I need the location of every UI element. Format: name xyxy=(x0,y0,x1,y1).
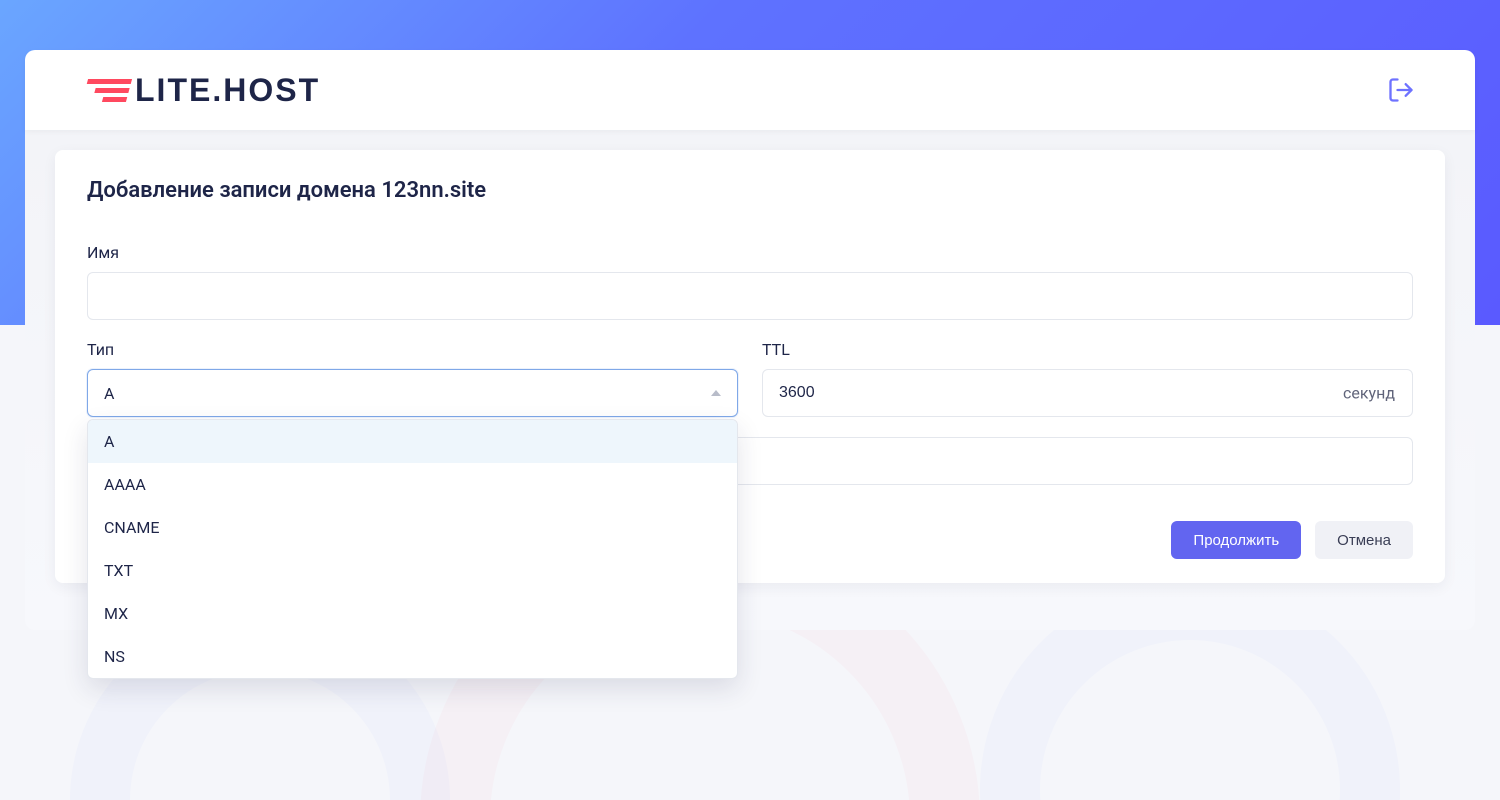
page-title: Добавление записи домена 123nn.site xyxy=(87,178,1413,203)
app-header: LITE.HOST xyxy=(25,50,1475,130)
type-option-txt[interactable]: TXT xyxy=(88,549,737,592)
continue-button[interactable]: Продолжить xyxy=(1171,521,1301,559)
brand-logo[interactable]: LITE.HOST xyxy=(85,72,320,109)
ttl-label: TTL xyxy=(762,340,1413,359)
type-label: Тип xyxy=(87,340,738,359)
type-dropdown: A AAAA CNAME TXT MX NS xyxy=(87,419,738,679)
ttl-field: TTL секунд xyxy=(762,340,1413,417)
type-field: Тип A A AAAA CNAME TXT MX NS xyxy=(87,340,738,417)
type-selected-value: A xyxy=(104,384,114,403)
chevron-up-icon xyxy=(711,390,721,396)
name-input[interactable] xyxy=(87,272,1413,320)
type-select[interactable]: A A AAAA CNAME TXT MX NS xyxy=(87,369,738,417)
type-select-display[interactable]: A xyxy=(87,369,738,417)
type-option-mx[interactable]: MX xyxy=(88,592,737,635)
type-option-cname[interactable]: CNAME xyxy=(88,506,737,549)
cancel-button[interactable]: Отмена xyxy=(1315,521,1413,559)
ttl-input[interactable] xyxy=(762,369,1413,417)
name-label: Имя xyxy=(87,243,1413,262)
type-option-a[interactable]: A xyxy=(88,420,737,463)
type-option-aaaa[interactable]: AAAA xyxy=(88,463,737,506)
logo-mark-icon xyxy=(82,79,132,102)
logout-icon xyxy=(1387,76,1415,104)
logout-button[interactable] xyxy=(1387,76,1415,104)
name-field: Имя xyxy=(87,243,1413,320)
brand-name: LITE.HOST xyxy=(135,72,320,109)
dns-record-panel: Добавление записи домена 123nn.site Имя … xyxy=(55,150,1445,583)
type-option-ns[interactable]: NS xyxy=(88,635,737,678)
